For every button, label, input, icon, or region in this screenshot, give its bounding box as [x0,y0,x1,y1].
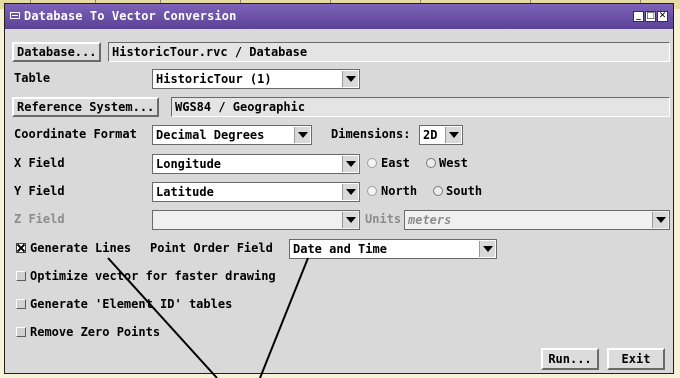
west-radio[interactable] [426,158,436,168]
database-button[interactable]: Database... [12,42,102,62]
remove-zero-label: Remove Zero Points [30,325,161,339]
dimensions-select[interactable]: 2D [419,125,463,145]
chevron-down-icon [342,156,358,172]
z-field-label: Z Field [14,212,65,226]
chevron-down-icon [479,241,495,257]
point-order-field-value: Date and Time [293,242,387,256]
optimize-checkbox[interactable] [16,271,26,281]
reference-system-row: Reference System... WGS84 / Geographic [5,96,673,118]
south-label: South [446,184,483,198]
west-label: West [439,156,468,170]
database-path-field: HistoricTour.rvc / Database [108,42,670,62]
minimize-icon[interactable]: _ [633,11,644,22]
z-field-row: Z Field Units meters [5,209,673,231]
east-label: East [381,156,410,170]
units-select[interactable]: meters [404,210,670,230]
chevron-down-icon [294,127,310,143]
window-menu-icon[interactable] [10,12,20,19]
close-icon[interactable]: ✕ [657,11,668,22]
element-id-checkbox[interactable] [16,299,26,309]
remove-zero-checkbox[interactable] [16,327,26,337]
y-field-row: Y Field Latitude North South [5,181,673,203]
chevron-down-icon [342,212,358,228]
units-label: Units [365,212,402,226]
reference-system-field: WGS84 / Geographic [171,97,670,117]
remove-zero-row: Remove Zero Points [5,322,673,344]
dimensions-label: Dimensions: [331,127,411,141]
y-field-select[interactable]: Latitude [152,182,360,202]
table-select[interactable]: HistoricTour (1) [152,69,360,89]
north-label: North [381,184,418,198]
coordinate-format-label: Coordinate Format [14,127,137,141]
generate-lines-checkbox[interactable] [16,243,26,253]
point-order-field-label: Point Order Field [150,241,273,255]
north-radio[interactable] [367,186,377,196]
chevron-down-icon [342,184,358,200]
run-button[interactable]: Run... [541,348,599,370]
generate-lines-row: Generate Lines Point Order Field Date an… [5,238,673,260]
database-to-vector-dialog: Database To Vector Conversion _ □ ✕ Data… [4,3,674,374]
title-bar: Database To Vector Conversion _ □ ✕ [5,4,673,29]
reference-system-button[interactable]: Reference System... [12,97,160,117]
exit-button[interactable]: Exit [607,348,665,370]
coordinate-format-select[interactable]: Decimal Degrees [152,125,312,145]
element-id-row: Generate 'Element ID' tables [5,294,673,316]
optimize-label: Optimize vector for faster drawing [30,269,276,283]
chevron-down-icon [342,71,358,87]
maximize-icon[interactable]: □ [645,11,656,22]
x-field-label: X Field [14,156,65,170]
table-label: Table [14,71,51,85]
coordinate-format-row: Coordinate Format Decimal Degrees Dimens… [5,124,673,146]
table-select-value: HistoricTour (1) [156,72,272,86]
database-row: Database... HistoricTour.rvc / Database [5,41,673,63]
z-field-select[interactable] [152,210,360,230]
y-field-label: Y Field [14,184,65,198]
x-field-row: X Field Longitude East West [5,153,673,175]
window-title: Database To Vector Conversion [24,9,237,23]
south-radio[interactable] [433,186,443,196]
east-radio[interactable] [367,158,377,168]
x-field-select[interactable]: Longitude [152,154,360,174]
chevron-down-icon [445,127,461,143]
chevron-down-icon [652,212,668,228]
units-value: meters [408,213,452,227]
x-field-value: Longitude [156,157,222,171]
optimize-row: Optimize vector for faster drawing [5,266,673,288]
dimensions-value: 2D [423,128,438,142]
table-row: Table HistoricTour (1) [5,68,673,90]
y-field-value: Latitude [156,185,214,199]
coordinate-format-value: Decimal Degrees [156,128,265,142]
generate-lines-label: Generate Lines [30,241,132,255]
point-order-field-select[interactable]: Date and Time [289,239,497,259]
element-id-label: Generate 'Element ID' tables [30,297,233,311]
